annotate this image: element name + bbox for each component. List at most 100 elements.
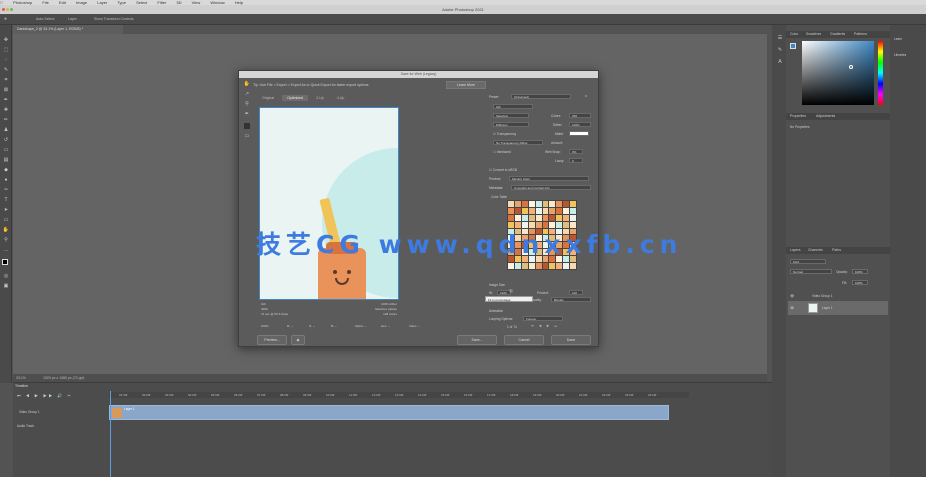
- gradient-icon[interactable]: ▤: [2, 157, 10, 163]
- timeline-ruler[interactable]: 01:00f 02:00f 03:00f 04:00f 05:00f 06:00f 07:0…: [109, 392, 689, 398]
- metadata-select[interactable]: Copyright and Contact Info: [511, 185, 591, 190]
- zoom-icon[interactable]: ⚲: [243, 101, 251, 107]
- color-picker-field[interactable]: [802, 41, 874, 105]
- color-table-swatch[interactable]: [528, 207, 535, 214]
- auto-select-target[interactable]: Layer: [68, 17, 77, 21]
- character-panel-icon[interactable]: A: [776, 59, 784, 65]
- healing-icon[interactable]: ✚: [2, 107, 10, 113]
- format-select[interactable]: GIF: [493, 104, 533, 109]
- tab-optimized[interactable]: Optimized: [282, 95, 308, 101]
- screen-mode-icon[interactable]: ▣: [2, 283, 10, 289]
- color-table-swatch[interactable]: [570, 263, 576, 269]
- convert-srgb-checkbox[interactable]: ☑ Convert to sRGB: [489, 168, 517, 172]
- transparency-checkbox[interactable]: ☑ Transparency: [493, 132, 516, 136]
- reduction-select[interactable]: Selective: [493, 113, 529, 118]
- toggle-slices-icon[interactable]: ▭: [243, 133, 251, 139]
- color-table-swatch[interactable]: [535, 201, 542, 207]
- color-table-swatch[interactable]: [514, 263, 521, 269]
- cancel-button[interactable]: Cancel: [504, 335, 544, 345]
- tab-properties[interactable]: Properties: [790, 114, 806, 118]
- history-brush-icon[interactable]: ↺: [2, 137, 10, 143]
- marquee-icon[interactable]: ⬚: [2, 47, 10, 53]
- settings-menu-icon[interactable]: ≡: [585, 94, 587, 98]
- color-table-swatch[interactable]: [556, 263, 563, 269]
- blend-mode-select[interactable]: Normal: [790, 269, 832, 274]
- browser-preview-icon[interactable]: ◉: [291, 335, 305, 345]
- visibility-eye-icon[interactable]: 👁: [790, 294, 794, 298]
- quick-mask-icon[interactable]: ◎: [2, 273, 10, 279]
- document-tab[interactable]: Darkshape_2 @ 33.1% (Layer 1, RGB/8) *: [13, 25, 123, 34]
- show-transform-controls[interactable]: Show Transform Controls: [94, 17, 134, 21]
- timeline-clip[interactable]: Layer 1: [109, 405, 669, 420]
- preview-button[interactable]: Preview...: [257, 335, 287, 345]
- transparency-dither-select[interactable]: No Transparency Dither: [493, 140, 543, 145]
- looping-select[interactable]: Forever: [523, 316, 563, 321]
- move-icon[interactable]: ✥: [2, 37, 10, 43]
- quick-select-icon[interactable]: ✎: [2, 67, 10, 73]
- lossy-input[interactable]: 0: [569, 158, 583, 163]
- tab-patterns[interactable]: Patterns: [854, 32, 867, 36]
- hue-slider[interactable]: [878, 41, 883, 105]
- color-table-swatch[interactable]: [508, 201, 514, 207]
- brush-settings-icon[interactable]: ✎: [776, 47, 784, 53]
- pen-icon[interactable]: ✑: [2, 187, 10, 193]
- status-zoom[interactable]: 33.1%: [16, 376, 26, 380]
- color-table-swatch[interactable]: [535, 263, 542, 269]
- zoom-icon[interactable]: ⚲: [2, 237, 10, 243]
- animation-controls[interactable]: ⏮ ◀ ▶ ⏭: [531, 324, 559, 328]
- tab-layers[interactable]: Layers: [790, 248, 801, 252]
- color-table-swatch[interactable]: [508, 263, 514, 269]
- timeline-playhead[interactable]: [110, 391, 111, 477]
- quality-select[interactable]: Bicubic: [551, 297, 591, 302]
- foreground-swatch[interactable]: [790, 43, 796, 49]
- eyedropper-icon[interactable]: ✒: [2, 97, 10, 103]
- color-table-swatch[interactable]: [514, 207, 521, 214]
- tab-gradients[interactable]: Gradients: [830, 32, 845, 36]
- slice-select-icon[interactable]: ↗: [243, 91, 251, 97]
- color-table-swatch[interactable]: [570, 214, 576, 221]
- optimized-preview[interactable]: [259, 107, 399, 300]
- color-table-swatch[interactable]: [542, 207, 549, 214]
- color-table-swatch[interactable]: [535, 207, 542, 214]
- color-table-swatch[interactable]: [563, 214, 570, 221]
- color-table-swatch[interactable]: [556, 214, 563, 221]
- color-table-swatch[interactable]: [563, 201, 570, 207]
- blur-icon[interactable]: ◆: [2, 167, 10, 173]
- color-picker-cursor[interactable]: [849, 65, 853, 69]
- preview-select[interactable]: Monitor Color: [509, 176, 589, 181]
- color-table-swatch[interactable]: [514, 201, 521, 207]
- shape-icon[interactable]: ▭: [2, 217, 10, 223]
- more-tools-icon[interactable]: …: [2, 247, 10, 253]
- hand-icon[interactable]: ✋: [243, 81, 251, 87]
- color-table-swatch[interactable]: [521, 201, 528, 207]
- color-table-swatch[interactable]: [563, 207, 570, 214]
- matte-swatch[interactable]: [569, 131, 589, 136]
- color-table-swatch[interactable]: [549, 201, 556, 207]
- fill-input[interactable]: 100%: [852, 280, 868, 285]
- color-table-swatch[interactable]: [556, 207, 563, 214]
- stamp-icon[interactable]: ♟: [2, 127, 10, 133]
- tab-swatches[interactable]: Swatches: [806, 32, 821, 36]
- eyedropper-color-swatch[interactable]: [244, 123, 250, 129]
- crop-icon[interactable]: ⌗: [2, 77, 10, 83]
- libraries-panel-tab[interactable]: Libraries: [894, 53, 906, 57]
- zoom-level-select[interactable]: 100%: [261, 324, 269, 328]
- save-button[interactable]: Save...: [457, 335, 497, 345]
- color-table-swatch[interactable]: [542, 201, 549, 207]
- tab-4-up[interactable]: 4-Up: [332, 95, 350, 101]
- color-table-swatch[interactable]: [563, 263, 570, 269]
- interlaced-checkbox[interactable]: ☐ Interlaced: [493, 150, 511, 154]
- color-table-swatch[interactable]: [570, 207, 576, 214]
- layer-kind-filter[interactable]: Kind: [790, 259, 826, 264]
- tab-channels[interactable]: Channels: [808, 248, 823, 252]
- done-button[interactable]: Done: [551, 335, 591, 345]
- frame-icon[interactable]: ⊠: [2, 87, 10, 93]
- dodge-icon[interactable]: ●: [2, 177, 10, 183]
- lasso-icon[interactable]: ◌: [2, 57, 10, 63]
- color-table-swatch[interactable]: [528, 214, 535, 221]
- color-table-swatch[interactable]: [528, 263, 535, 269]
- type-icon[interactable]: T: [2, 197, 10, 203]
- tab-color[interactable]: Color: [790, 32, 798, 36]
- color-table-swatch[interactable]: [508, 214, 514, 221]
- learn-more-button[interactable]: Learn More: [446, 81, 486, 89]
